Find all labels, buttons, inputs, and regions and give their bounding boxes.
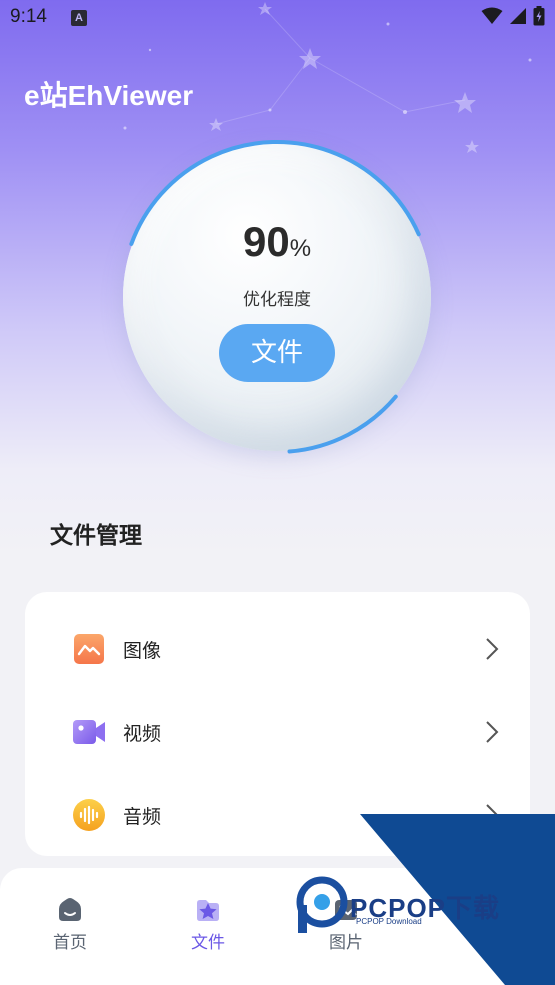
video-icon [73,720,105,744]
optimization-unit: % [289,235,312,262]
list-item-label: 视频 [123,722,162,745]
optimization-value: 90% [118,218,436,266]
chevron-right-icon [486,638,499,660]
file-button[interactable]: 文件 [219,324,335,382]
file-star-icon [197,900,219,921]
chevron-right-icon [486,721,499,743]
list-item-video[interactable]: 视频 [25,702,530,762]
optimizer-bubble: 90% 优化程度 文件 [118,138,436,456]
nav-item-home[interactable]: 首页 [30,896,110,953]
audio-icon [73,799,105,831]
list-item-audio[interactable]: 音频 [25,785,530,845]
status-icons [481,6,545,26]
battery-icon [533,6,545,26]
optimization-number: 90 [242,218,290,265]
bottom-nav: 首页 文件 图片 [0,868,555,985]
wifi-icon [481,7,503,24]
status-time: 9:14 [10,6,47,27]
a-letter-icon: A [71,10,87,26]
image-icon [74,634,104,664]
nav-label: 首页 [53,933,87,953]
list-item-label: 音频 [123,805,162,828]
app-title: e站EhViewer [24,80,194,111]
watermark-subtext: PCPOP Download [356,917,422,926]
home-icon [59,898,81,921]
list-item-image[interactable]: 图像 [25,619,530,679]
signal-icon [510,8,526,24]
nav-label: 文件 [191,933,225,953]
file-category-card: 图像 视频 音频 [25,592,530,856]
optimization-label: 优化程度 [243,290,311,310]
nav-item-file[interactable]: 文件 [168,896,248,953]
section-title: 文件管理 [50,523,142,549]
status-bar: 9:14 A [0,0,555,38]
list-item-label: 图像 [123,639,162,662]
nav-label: 图片 [329,933,363,953]
chevron-right-icon [486,804,499,826]
